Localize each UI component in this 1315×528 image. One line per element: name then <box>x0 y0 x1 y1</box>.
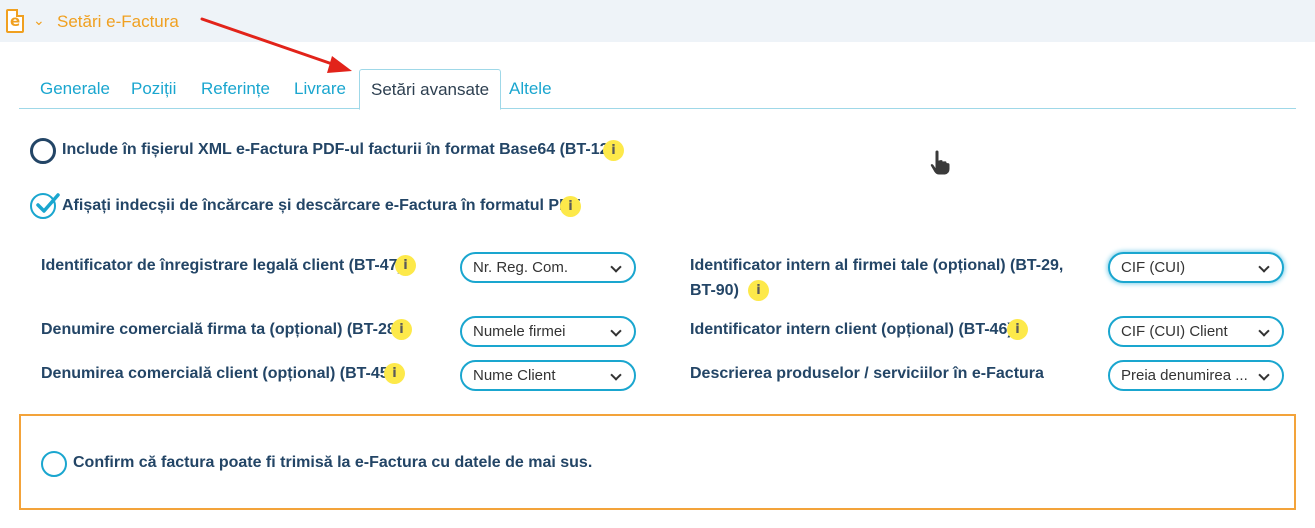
info-icon[interactable]: i <box>1007 319 1028 340</box>
info-icon[interactable]: i <box>395 255 416 276</box>
info-icon[interactable]: i <box>748 280 769 301</box>
bt47-label: Identificator de înregistrare legală cli… <box>41 257 403 274</box>
include-pdf-radio[interactable] <box>30 138 56 164</box>
confirm-radio[interactable] <box>41 451 67 477</box>
section-title[interactable]: Setări e-Factura <box>57 12 179 32</box>
bt28-select[interactable]: Numele firmei <box>460 316 636 347</box>
tab-referinte[interactable]: Referințe <box>201 69 270 109</box>
tab-pozitii[interactable]: Poziții <box>131 69 176 109</box>
product-description-select[interactable]: Preia denumirea ... <box>1108 360 1284 391</box>
bt46-label: Identificator intern client (opțional) (… <box>690 321 1013 338</box>
chevron-down-icon <box>610 261 622 273</box>
chevron-down-icon[interactable]: ⌄ <box>33 12 45 29</box>
bt45-select[interactable]: Nume Client <box>460 360 636 391</box>
hand-cursor-icon <box>929 150 951 176</box>
show-indexes-checkbox[interactable] <box>30 193 60 219</box>
tab-bar: Generale Poziții Referințe Livrare Setăr… <box>19 69 1296 110</box>
chevron-down-icon <box>1258 369 1270 381</box>
bt47-select-value: Nr. Reg. Com. <box>473 259 569 276</box>
section-header[interactable]: e ⌄ Setări e-Factura <box>0 0 1315 42</box>
chevron-down-icon <box>610 325 622 337</box>
info-icon[interactable]: i <box>391 319 412 340</box>
info-icon[interactable]: i <box>384 363 405 384</box>
tab-altele[interactable]: Altele <box>509 69 552 109</box>
tab-generale[interactable]: Generale <box>40 69 110 109</box>
bt45-select-value: Nume Client <box>473 367 556 384</box>
bt29-label: Identificator intern al firmei tale (opț… <box>690 257 1064 274</box>
bt29-select[interactable]: CIF (CUI) <box>1108 252 1284 283</box>
info-icon[interactable]: i <box>603 140 624 161</box>
chevron-down-icon <box>610 369 622 381</box>
tab-livrare[interactable]: Livrare <box>294 69 346 109</box>
chevron-down-icon <box>1258 261 1270 273</box>
bt28-select-value: Numele firmei <box>473 323 566 340</box>
bt47-select[interactable]: Nr. Reg. Com. <box>460 252 636 283</box>
bt29-label-cont: BT-90) <box>690 282 739 299</box>
e-document-icon: e <box>6 9 24 33</box>
bt46-select[interactable]: CIF (CUI) Client <box>1108 316 1284 347</box>
bt28-label: Denumire comercială firma ta (opțional) … <box>41 321 402 338</box>
show-indexes-label[interactable]: Afișați indecșii de încărcare și descărc… <box>62 197 580 215</box>
bt46-select-value: CIF (CUI) Client <box>1121 323 1228 340</box>
confirm-label[interactable]: Confirm că factura poate fi trimisă la e… <box>73 454 592 472</box>
bt29-select-value: CIF (CUI) <box>1121 259 1186 276</box>
include-pdf-label[interactable]: Include în fișierul XML e-Factura PDF-ul… <box>62 141 623 159</box>
chevron-down-icon <box>1258 325 1270 337</box>
tab-setari-avansate[interactable]: Setări avansate <box>359 69 502 110</box>
confirm-panel: Confirm că factura poate fi trimisă la e… <box>19 414 1296 510</box>
product-description-select-value: Preia denumirea ... <box>1121 367 1248 384</box>
info-icon[interactable]: i <box>560 196 581 217</box>
bt45-label: Denumirea comercială client (opțional) (… <box>41 365 394 382</box>
product-description-label: Descrierea produselor / serviciilor în e… <box>690 365 1044 382</box>
